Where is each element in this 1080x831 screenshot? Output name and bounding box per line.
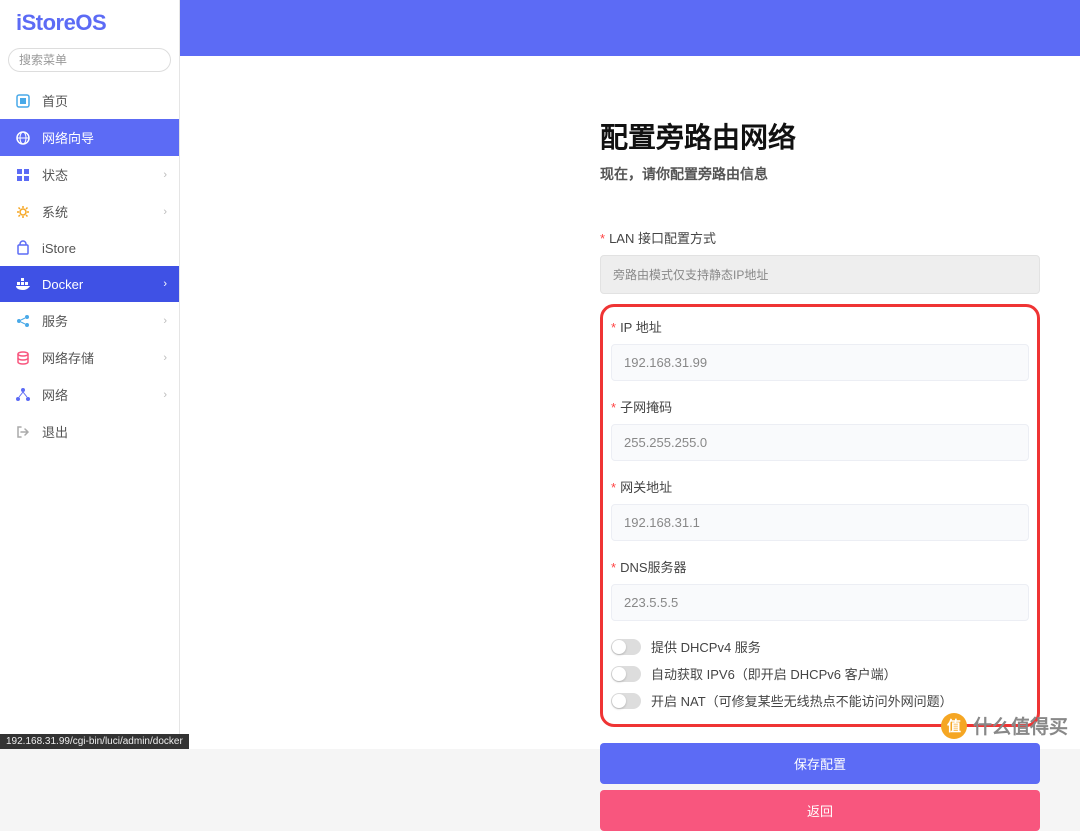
sidebar-item-label: 系统 <box>42 202 68 221</box>
watermark-icon: 值 <box>941 713 967 739</box>
toggle-ipv6-label: 自动获取 IPV6（即开启 DHCPv6 客户端） <box>651 664 897 683</box>
chevron-right-icon: › <box>163 278 167 290</box>
chevron-right-icon: › <box>163 389 167 401</box>
main: 配置旁路由网络 现在，请你配置旁路由信息 *LAN 接口配置方式 旁路由模式仅支… <box>180 0 1080 749</box>
ip-input[interactable] <box>611 344 1029 381</box>
sidebar-item-docker[interactable]: Docker › <box>0 266 179 302</box>
sidebar-item-home[interactable]: 首页 <box>0 82 179 119</box>
status-url: 192.168.31.99/cgi-bin/luci/admin/docker <box>0 734 189 749</box>
globe-icon <box>14 129 32 147</box>
bag-icon <box>14 239 32 257</box>
network-icon <box>14 386 32 404</box>
chevron-right-icon: › <box>163 169 167 181</box>
field-gateway: *网关地址 <box>611 477 1029 541</box>
search-input[interactable] <box>8 48 171 72</box>
chevron-right-icon: › <box>163 352 167 364</box>
toggle-dhcpv4-label: 提供 DHCPv4 服务 <box>651 637 761 656</box>
sidebar-item-label: 网络 <box>42 385 68 404</box>
watermark-text: 什么值得买 <box>973 712 1068 739</box>
sidebar-item-storage[interactable]: 网络存储 › <box>0 339 179 376</box>
sidebar-item-label: 网络向导 <box>42 128 94 147</box>
sidebar-item-label: 状态 <box>42 165 68 184</box>
field-ip: *IP 地址 <box>611 317 1029 381</box>
toggle-nat-label: 开启 NAT（可修复某些无线热点不能访问外网问题） <box>651 691 953 710</box>
sidebar-item-logout[interactable]: 退出 <box>0 413 179 450</box>
gateway-input[interactable] <box>611 504 1029 541</box>
search-wrap <box>0 44 179 82</box>
logout-icon <box>14 423 32 441</box>
form: *LAN 接口配置方式 旁路由模式仅支持静态IP地址 *IP 地址 *子网掩码 … <box>600 228 1040 831</box>
sidebar-item-status[interactable]: 状态 › <box>0 156 179 193</box>
watermark: 值 什么值得买 <box>941 712 1068 739</box>
dns-input[interactable] <box>611 584 1029 621</box>
button-row: 保存配置 返回 <box>600 743 1040 831</box>
sidebar-item-wizard[interactable]: 网络向导 <box>0 119 179 156</box>
gateway-label: 网关地址 <box>620 480 672 495</box>
chevron-right-icon: › <box>163 206 167 218</box>
sidebar-item-label: 首页 <box>42 91 68 110</box>
sidebar-item-label: 网络存储 <box>42 348 94 367</box>
sidebar: iStoreOS 首页 网络向导 状态 › 系统 › iStore <box>0 0 180 749</box>
lan-mode-value: 旁路由模式仅支持静态IP地址 <box>600 255 1040 294</box>
toggle-nat[interactable] <box>611 693 641 709</box>
toggle-dhcpv4-row: 提供 DHCPv4 服务 <box>611 637 1029 656</box>
docker-icon <box>14 275 32 293</box>
sidebar-item-label: 退出 <box>42 422 68 441</box>
grid-icon <box>14 166 32 184</box>
sidebar-item-label: 服务 <box>42 311 68 330</box>
dns-label: DNS服务器 <box>620 560 686 575</box>
highlight-box: *IP 地址 *子网掩码 *网关地址 *DNS服务器 <box>600 304 1040 727</box>
toggle-nat-row: 开启 NAT（可修复某些无线热点不能访问外网问题） <box>611 691 1029 710</box>
sidebar-item-system[interactable]: 系统 › <box>0 193 179 230</box>
field-mask: *子网掩码 <box>611 397 1029 461</box>
toggle-ipv6-row: 自动获取 IPV6（即开启 DHCPv6 客户端） <box>611 664 1029 683</box>
sidebar-item-istore[interactable]: iStore <box>0 230 179 266</box>
field-dns: *DNS服务器 <box>611 557 1029 621</box>
logo: iStoreOS <box>0 0 179 44</box>
mask-input[interactable] <box>611 424 1029 461</box>
sidebar-item-label: iStore <box>42 241 76 256</box>
back-button[interactable]: 返回 <box>600 790 1040 831</box>
chevron-right-icon: › <box>163 315 167 327</box>
sidebar-item-network[interactable]: 网络 › <box>0 376 179 413</box>
page-subtitle: 现在，请你配置旁路由信息 <box>600 164 1040 184</box>
toggle-ipv6[interactable] <box>611 666 641 682</box>
mask-label: 子网掩码 <box>620 400 672 415</box>
toggle-dhcpv4[interactable] <box>611 639 641 655</box>
sidebar-item-services[interactable]: 服务 › <box>0 302 179 339</box>
ip-label: IP 地址 <box>620 320 662 335</box>
page-title: 配置旁路由网络 <box>600 116 1040 156</box>
topbar <box>180 0 1080 56</box>
sidebar-item-label: Docker <box>42 277 83 292</box>
share-icon <box>14 312 32 330</box>
lan-mode-label: LAN 接口配置方式 <box>609 231 716 246</box>
home-icon <box>14 92 32 110</box>
save-button[interactable]: 保存配置 <box>600 743 1040 784</box>
database-icon <box>14 349 32 367</box>
field-lan-mode: *LAN 接口配置方式 旁路由模式仅支持静态IP地址 <box>600 228 1040 294</box>
gear-icon <box>14 203 32 221</box>
